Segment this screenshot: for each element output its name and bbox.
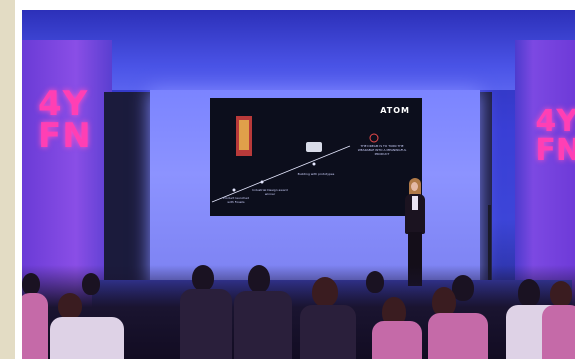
audience-head	[58, 293, 82, 319]
slide-brand-logo: ATOM	[380, 106, 410, 115]
milestone-dot-3	[312, 162, 316, 166]
audience-body	[50, 317, 124, 359]
audience-body	[372, 321, 422, 359]
audience-head	[518, 279, 540, 307]
slide-caption-left: Product launched with Fossils	[222, 196, 250, 204]
speaker-face	[411, 182, 418, 191]
conference-stage-photo: 4Y FN 4Y FN ATOM THE DREAM IS TO TURN THE …	[22, 10, 575, 359]
audience-body	[428, 313, 488, 359]
photo-frame: 4Y FN 4Y FN ATOM THE DREAM IS TO TURN THE …	[0, 0, 575, 359]
slide-caption-top: THE DREAM IS TO TURN THE WEARABLE INTO A…	[357, 144, 407, 156]
speaker-shirt	[412, 196, 418, 210]
audience-head	[22, 273, 40, 295]
audience-head	[82, 273, 100, 295]
audience-body	[300, 305, 356, 359]
audience-body	[234, 291, 292, 359]
left-margin-strip	[0, 0, 15, 359]
audience-body	[180, 289, 232, 359]
audience-body	[22, 293, 48, 359]
event-logo-left: 4Y FN	[38, 84, 92, 157]
audience-head	[312, 277, 338, 307]
event-logo-right: 4Y FN	[535, 104, 575, 168]
milestone-dot-2	[260, 180, 264, 184]
milestone-dot-1	[232, 188, 236, 192]
audience-head	[366, 271, 384, 293]
audience-head	[550, 281, 572, 307]
audience-head	[192, 265, 214, 291]
audience-body	[542, 305, 575, 359]
audience	[22, 265, 575, 359]
prototype-image	[306, 142, 322, 152]
presentation-slide: ATOM THE DREAM IS TO TURN THE WEARABLE I…	[210, 98, 422, 216]
audience-head	[248, 265, 270, 293]
slide-caption-center: Industrial Design award winner	[252, 188, 288, 196]
rocket-icon	[369, 133, 379, 143]
slide-caption-middle: Building with prototypes	[297, 172, 335, 176]
slide-photo-device-inner	[239, 120, 249, 150]
